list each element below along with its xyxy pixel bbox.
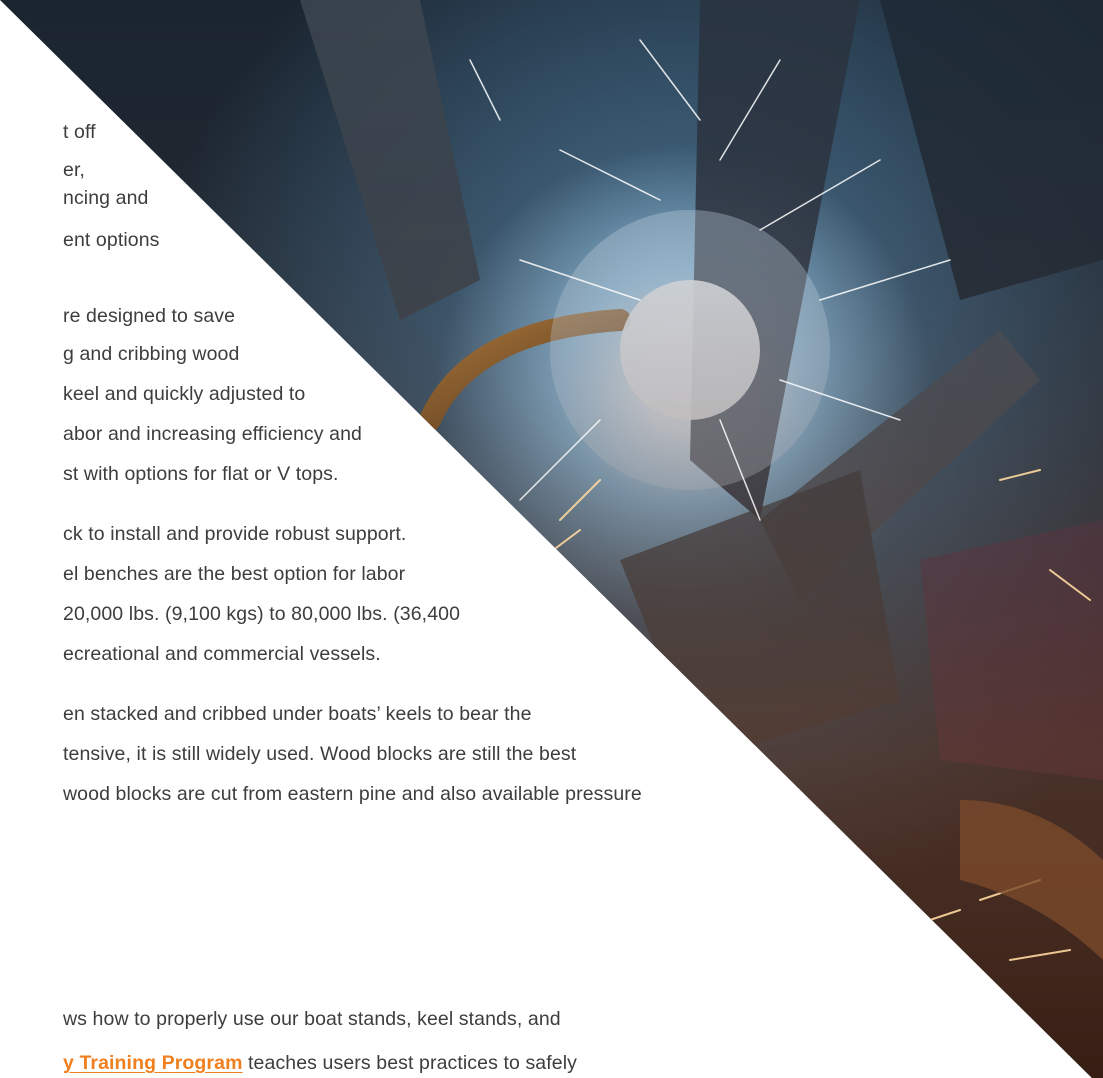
paragraph-2-line-4: abor and increasing efficiency and (63, 423, 362, 445)
training-program-link[interactable]: y Training Program (63, 1052, 243, 1074)
paragraph-1-line-4: ent options (63, 229, 160, 251)
paragraph-1-line-3: ncing and (63, 187, 149, 209)
paragraph-2-line-1: re designed to save (63, 305, 236, 327)
paragraph-2-line-5: st with options for flat or V tops. (63, 463, 339, 485)
paragraph-3-line-4: ecreational and commercial vessels. (63, 643, 381, 665)
paragraph-2-line-2: g and cribbing wood (63, 343, 240, 365)
paragraph-5-line-2-tail: teaches users best practices to safely (242, 1052, 577, 1074)
paragraph-5-line-2: y Training Program teaches users best pr… (63, 1051, 577, 1075)
paragraph-2-line-3: keel and quickly adjusted to (63, 383, 306, 405)
paragraph-4-line-1: en stacked and cribbed under boats’ keel… (63, 703, 532, 725)
paragraph-3-line-2: el benches are the best option for labor (63, 563, 406, 585)
paragraph-3-line-1: ck to install and provide robust support… (63, 523, 407, 545)
paragraph-4-line-2: tensive, it is still widely used. Wood b… (63, 743, 577, 765)
paragraph-1-line-2: er, (63, 159, 85, 181)
paragraph-4-line-3: wood blocks are cut from eastern pine an… (63, 783, 642, 805)
brochure-page: t off er, ncing and ent options re desig… (0, 0, 1103, 1078)
body-text: t off er, ncing and ent options re desig… (0, 0, 1103, 1078)
paragraph-3-line-3: 20,000 lbs. (9,100 kgs) to 80,000 lbs. (… (63, 603, 461, 625)
paragraph-5-line-1: ws how to properly use our boat stands, … (63, 1008, 561, 1030)
paragraph-1-line-1: t off (63, 121, 96, 143)
